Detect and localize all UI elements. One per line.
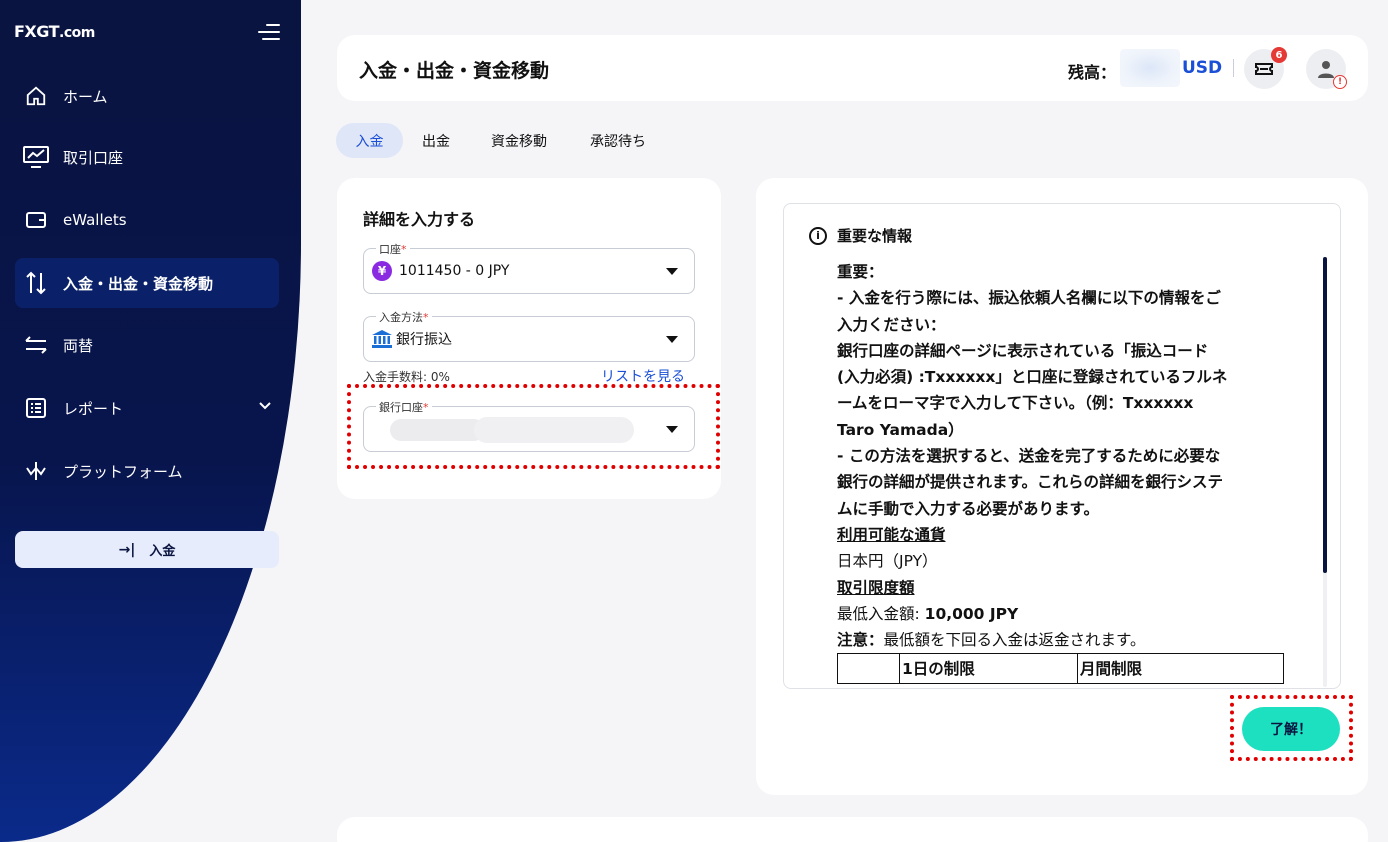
- info-line: 銀行口座の詳細ページに表示されている「振込コード: [837, 341, 1209, 360]
- tab-pending[interactable]: 承認待ち: [576, 123, 660, 158]
- report-icon: [23, 397, 49, 419]
- view-list-link[interactable]: リストを見る: [601, 366, 685, 386]
- limit-heading: 取引限度額: [837, 578, 915, 597]
- page-header: 入金・出金・資金移動 残高： USD 6 !: [337, 35, 1368, 101]
- wallet-icon: [23, 209, 49, 231]
- info-line: 入力ください：: [837, 315, 946, 334]
- info-line: ームをローマ字で入力して下さい。（例：Txxxxxx: [837, 394, 1194, 413]
- sidebar-deposit-button[interactable]: →| 入金: [15, 531, 279, 568]
- method-value: 銀行振込: [396, 332, 452, 348]
- sidebar-item-reports[interactable]: レポート: [15, 383, 279, 433]
- currency-value: 日本円（JPY）: [837, 552, 938, 571]
- info-line: 銀行の詳細が提供されます。これらの詳細を銀行システ: [837, 473, 1223, 492]
- login-arrow-icon: →|: [118, 541, 136, 558]
- table-header-cell: [837, 653, 900, 684]
- info-title: 重要な情報: [837, 227, 913, 245]
- bank-icon: [372, 330, 392, 348]
- info-line: - 入金を行う際には、振込依頼人名欄に以下の情報をご: [837, 289, 1221, 308]
- limits-table: 1日の制限 月間制限: [837, 653, 1284, 684]
- avatar-alert-icon: !: [1333, 75, 1347, 89]
- highlight-box-bank-account: [347, 384, 720, 469]
- min-deposit-label: 最低入金額:: [837, 604, 925, 623]
- caret-down-icon: [666, 268, 678, 275]
- fee-label: 入金手数料: 0%: [363, 370, 450, 384]
- yen-icon: ¥: [372, 261, 392, 281]
- scrollbar[interactable]: [1323, 257, 1327, 687]
- info-line: ムに手動で入力する必要があります。: [837, 499, 1099, 518]
- balance-currency: USD: [1182, 58, 1223, 78]
- min-deposit-value: 10,000 JPY: [924, 604, 1019, 623]
- important-info-panel: i 重要な情報 重要： - 入金を行う際には、振込依頼人名欄に以下の情報をご 入…: [783, 203, 1341, 689]
- caret-down-icon: [666, 336, 678, 343]
- sidebar-item-home[interactable]: ホーム: [15, 71, 279, 121]
- deposit-method-select[interactable]: 入金方法* 銀行振込: [363, 309, 695, 362]
- chevron-down-icon: [259, 402, 271, 410]
- info-icon: i: [809, 226, 827, 245]
- sidebar: FXGT.com ホーム 取引口座 eWallets 入金・出金・資金移動 両替: [0, 0, 301, 842]
- sidebar-item-ewallets[interactable]: eWallets: [15, 195, 279, 245]
- account-label: 口座: [379, 243, 401, 256]
- sidebar-item-exchange[interactable]: 両替: [15, 320, 279, 370]
- table-header-cell: 1日の制限: [899, 653, 1078, 684]
- user-icon: [1318, 61, 1334, 78]
- info-body: 重要： - 入金を行う際には、振込依頼人名欄に以下の情報をご 入力ください： 銀…: [837, 259, 1287, 653]
- balance-amount-blurred: [1120, 49, 1180, 87]
- home-icon: [23, 85, 49, 107]
- highlight-box-ok-button: [1230, 695, 1353, 761]
- currency-heading: 利用可能な通貨: [837, 525, 946, 544]
- notification-badge: 6: [1271, 47, 1287, 63]
- platform-icon: [23, 460, 49, 482]
- sidebar-item-trading-accounts[interactable]: 取引口座: [15, 132, 279, 182]
- info-line: Taro Yamada）: [837, 420, 964, 439]
- form-title: 詳細を入力する: [363, 210, 476, 229]
- scrollbar-thumb[interactable]: [1323, 257, 1327, 573]
- account-value: 1011450 - 0 JPY: [399, 263, 510, 279]
- bottom-card: [337, 817, 1368, 842]
- info-line: - この方法を選択すると、送金を完了するために必要な: [837, 447, 1221, 466]
- table-header-cell: 月間制限: [1077, 653, 1284, 684]
- tab-deposit[interactable]: 入金: [336, 123, 403, 158]
- note-label: 注意：: [837, 631, 884, 650]
- exchange-icon: [23, 334, 49, 356]
- method-label: 入金方法: [379, 311, 423, 324]
- ticket-icon: [1255, 63, 1273, 75]
- table-row: 1日の制限 月間制限: [837, 653, 1284, 684]
- account-select[interactable]: 口座* ¥ 1011450 - 0 JPY: [363, 241, 695, 294]
- tab-withdraw[interactable]: 出金: [410, 123, 462, 158]
- tab-transfer[interactable]: 資金移動: [476, 123, 562, 158]
- sidebar-item-deposit-withdraw[interactable]: 入金・出金・資金移動: [15, 258, 279, 308]
- header-divider: [1233, 59, 1234, 77]
- chart-monitor-icon: [23, 146, 49, 168]
- balance-label: 残高：: [1068, 63, 1117, 82]
- page-title: 入金・出金・資金移動: [359, 60, 550, 82]
- transfer-arrows-icon: [23, 271, 49, 295]
- info-line: 重要：: [837, 263, 884, 281]
- brand-logo[interactable]: FXGT.com: [14, 22, 95, 41]
- note-value: 最低額を下回る入金は返金されます。: [883, 631, 1146, 650]
- sidebar-item-platform[interactable]: プラットフォーム: [15, 446, 279, 496]
- info-line: (入力必須) :Txxxxxx」と口座に登録されているフルネ: [837, 368, 1228, 387]
- menu-toggle-icon[interactable]: [258, 22, 280, 42]
